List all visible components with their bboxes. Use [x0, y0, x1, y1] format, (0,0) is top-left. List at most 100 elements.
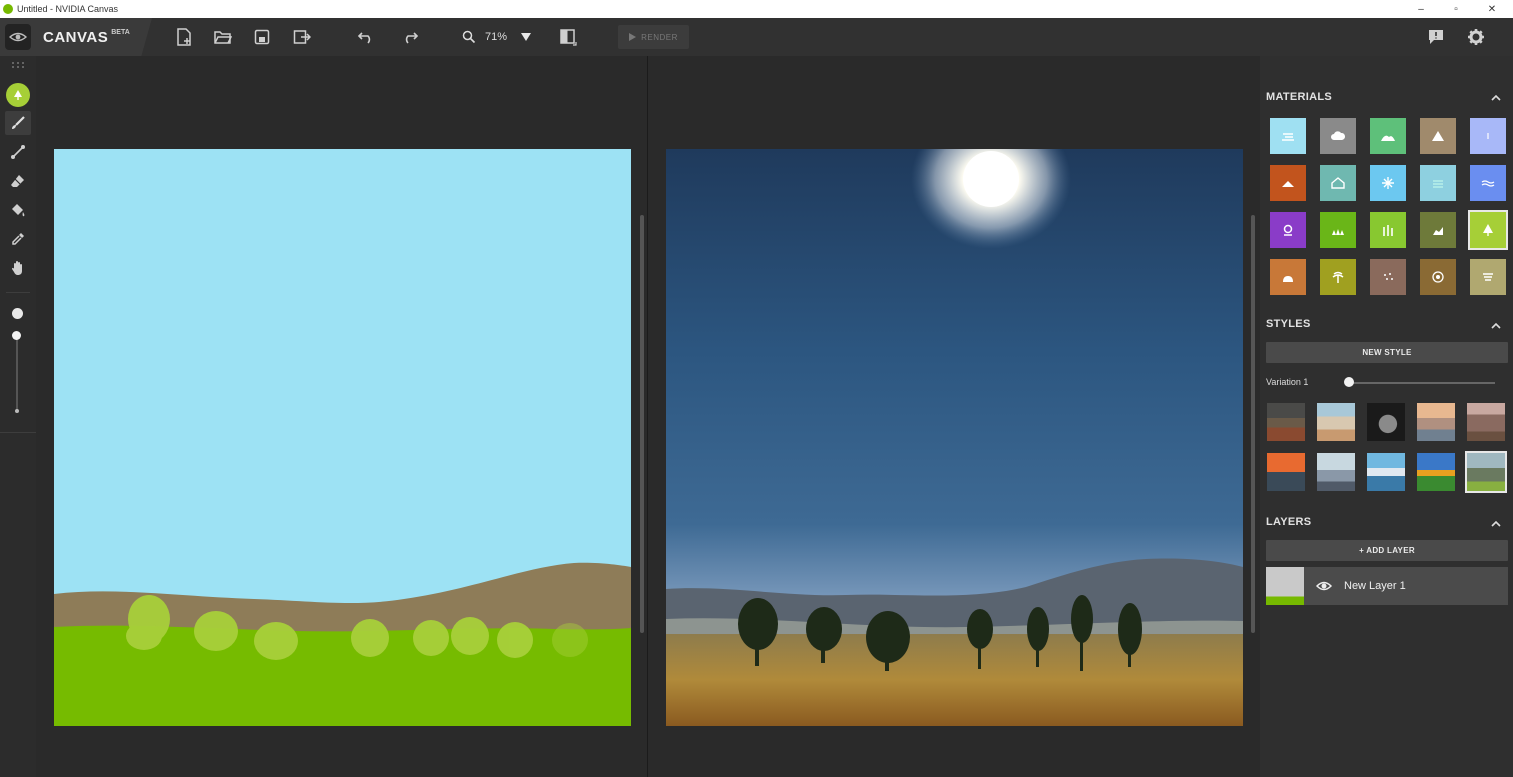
brush-size-preview [12, 308, 23, 319]
material-fog[interactable] [1420, 165, 1456, 201]
folder-open-icon [214, 30, 232, 44]
material-tall-grass[interactable] [1370, 212, 1406, 248]
material-grass[interactable] [1320, 212, 1356, 248]
layers-title: LAYERS [1266, 516, 1312, 528]
search-icon [462, 30, 476, 44]
materials-grid [1270, 118, 1508, 295]
close-button[interactable]: ✕ [1477, 0, 1507, 18]
eye-icon[interactable] [1316, 578, 1332, 594]
material-palm[interactable] [1320, 259, 1356, 295]
flower-icon [1283, 224, 1293, 236]
style-thumbnail[interactable] [1367, 403, 1405, 441]
layer-name: New Layer 1 [1344, 580, 1406, 592]
style-thumbnail[interactable] [1367, 453, 1405, 491]
brush-size-slider-knob[interactable] [12, 331, 21, 340]
output-scrollbar[interactable] [1251, 215, 1255, 633]
material-sky-water[interactable] [1270, 118, 1306, 154]
sand-icon [1483, 273, 1493, 281]
zoom-control[interactable]: 71% [462, 26, 540, 48]
material-water[interactable] [1470, 165, 1506, 201]
style-thumbnail[interactable] [1317, 453, 1355, 491]
play-icon [629, 33, 637, 41]
feedback-button[interactable] [1424, 25, 1448, 49]
save-button[interactable] [250, 25, 274, 49]
material-gravel[interactable] [1370, 259, 1406, 295]
settings-button[interactable] [1464, 25, 1488, 49]
material-house[interactable] [1320, 165, 1356, 201]
style-thumbnail[interactable] [1417, 403, 1455, 441]
chevron-up-icon[interactable] [1491, 321, 1501, 331]
style-thumbnail[interactable] [1267, 453, 1305, 491]
material-wood[interactable] [1420, 259, 1456, 295]
material-snow[interactable] [1370, 165, 1406, 201]
style-thumbnail[interactable] [1267, 403, 1305, 441]
stone-icon [1283, 276, 1293, 282]
brush-icon [12, 116, 25, 129]
min-size-dot [15, 409, 19, 413]
right-panel: MATERIALS STYLES NEW STYLE Variation 1 L… [1260, 56, 1513, 777]
material-mountain[interactable] [1420, 118, 1456, 154]
zoom-value: 71% [485, 31, 508, 43]
style-thumbnail[interactable] [1317, 403, 1355, 441]
style-thumbnail[interactable] [1417, 453, 1455, 491]
eyedropper-tool[interactable] [5, 227, 31, 251]
add-layer-button[interactable]: + ADD LAYER [1266, 540, 1508, 561]
current-material-swatch[interactable] [6, 83, 30, 107]
maximize-button[interactable]: ▫ [1441, 0, 1471, 18]
tool-divider [0, 432, 36, 433]
minimize-button[interactable]: – [1406, 0, 1436, 18]
paint-canvas[interactable] [54, 149, 631, 726]
redo-icon [405, 32, 419, 44]
pan-tool[interactable] [5, 256, 31, 280]
swap-view-button[interactable] [556, 25, 580, 49]
styles-title: STYLES [1266, 318, 1311, 330]
render-button[interactable]: RENDER [618, 25, 689, 49]
rock-icon [1433, 227, 1443, 235]
material-hill[interactable] [1370, 118, 1406, 154]
variation-slider-knob[interactable] [1344, 377, 1354, 387]
water-icon [1481, 180, 1495, 187]
palm-icon [1332, 271, 1344, 283]
new-style-button[interactable]: NEW STYLE [1266, 342, 1508, 363]
styles-grid [1267, 403, 1507, 493]
material-sand[interactable] [1470, 259, 1506, 295]
open-file-button[interactable] [211, 25, 235, 49]
tall-grass-icon [1383, 225, 1393, 236]
eyedropper-icon [12, 233, 24, 245]
gravel-icon [1384, 273, 1393, 280]
brush-tool[interactable] [5, 111, 31, 135]
fill-tool[interactable] [5, 198, 31, 222]
export-button[interactable] [290, 25, 314, 49]
render-label: RENDER [641, 32, 678, 42]
brush-size-slider[interactable] [16, 332, 18, 412]
chevron-up-icon[interactable] [1491, 519, 1501, 529]
paint-bucket-icon [12, 204, 25, 217]
view-divider [647, 56, 648, 777]
material-dirt[interactable] [1270, 165, 1306, 201]
undo-button[interactable] [354, 25, 378, 49]
eraser-tool[interactable] [5, 169, 31, 193]
segmentation-map[interactable] [54, 149, 631, 726]
variation-slider[interactable] [1345, 382, 1495, 384]
chevron-up-icon[interactable] [1491, 93, 1501, 103]
style-thumbnail-selected[interactable] [1465, 451, 1507, 493]
wood-icon [1432, 271, 1444, 283]
paint-scrollbar[interactable] [640, 215, 644, 633]
new-file-button[interactable] [172, 25, 196, 49]
layer-item[interactable]: New Layer 1 [1266, 567, 1508, 605]
material-sky-light[interactable] [1470, 118, 1506, 154]
house-icon [1331, 177, 1345, 189]
undo-icon [357, 32, 371, 44]
render-output [666, 149, 1243, 726]
beta-badge: BETA [111, 28, 130, 36]
material-tree[interactable] [1468, 210, 1508, 250]
material-stone[interactable] [1270, 259, 1306, 295]
material-cloud[interactable] [1320, 118, 1356, 154]
style-thumbnail[interactable] [1467, 403, 1505, 441]
material-rock[interactable] [1420, 212, 1456, 248]
line-tool[interactable] [5, 140, 31, 164]
redo-button[interactable] [398, 25, 422, 49]
line-icon [11, 145, 25, 159]
gear-icon [1468, 29, 1484, 45]
material-flower[interactable] [1270, 212, 1306, 248]
